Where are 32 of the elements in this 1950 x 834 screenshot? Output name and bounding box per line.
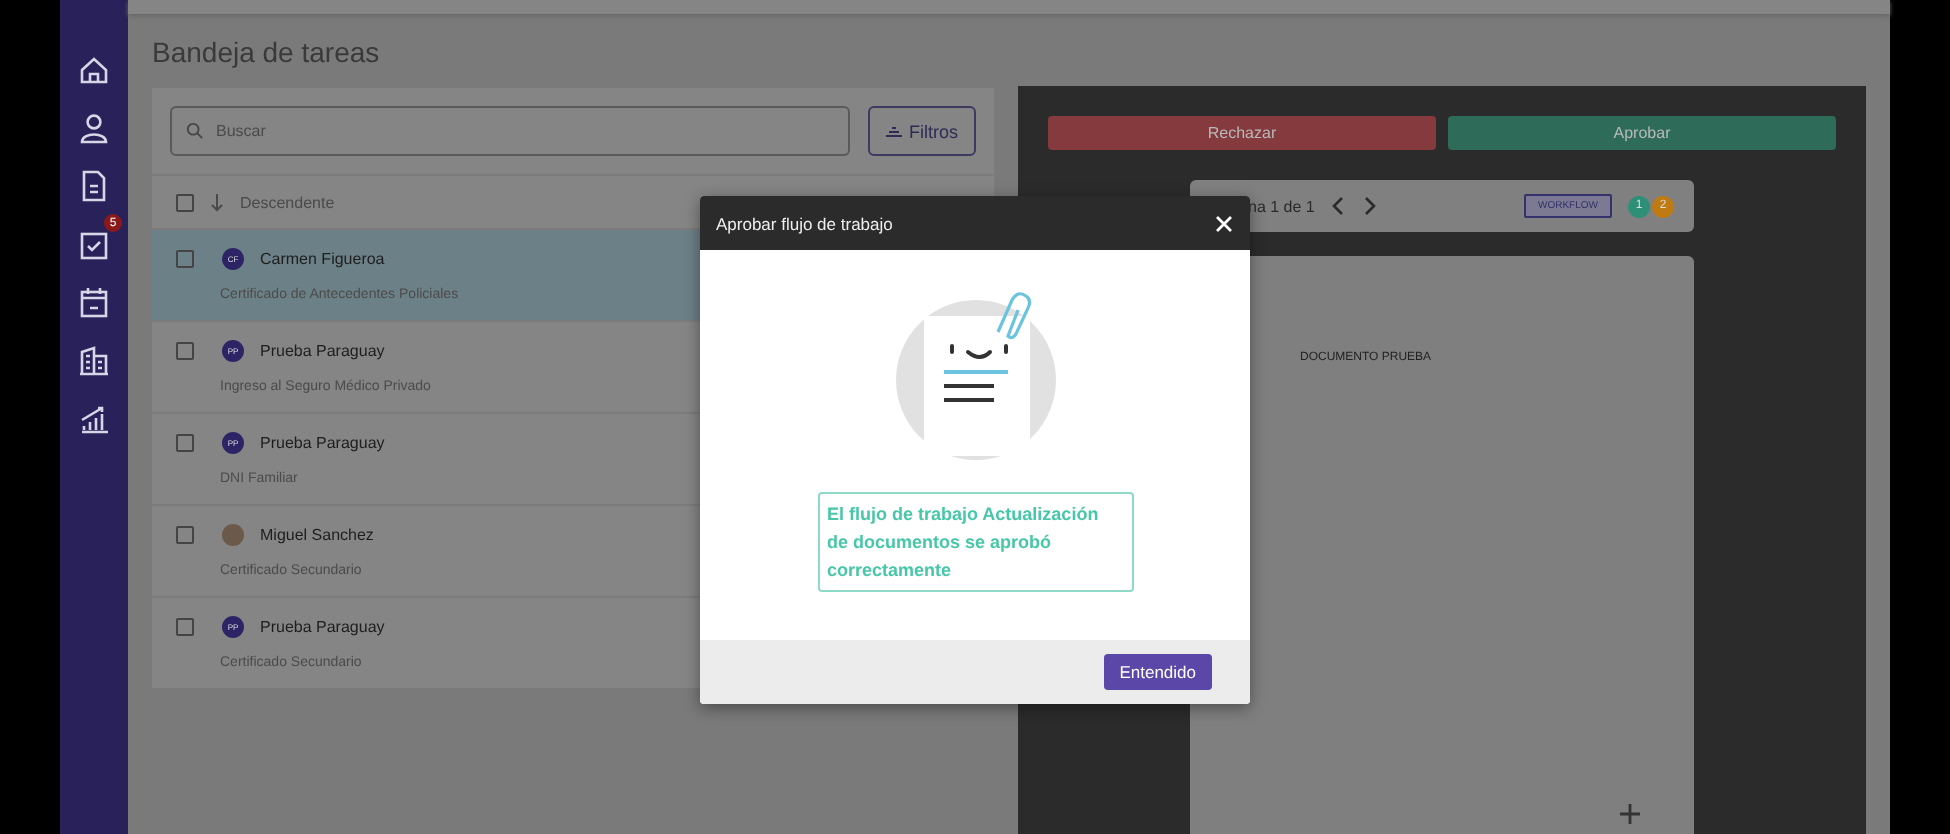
task-name: Carmen Figueroa	[260, 250, 385, 268]
sort-label[interactable]: Descendente	[240, 193, 335, 211]
task-name: Prueba Paraguay	[260, 618, 385, 636]
user-nav-icon[interactable]	[76, 110, 112, 146]
select-all-checkbox[interactable]	[176, 193, 194, 211]
zoom-in-icon[interactable]	[1620, 804, 1640, 824]
row-checkbox[interactable]	[176, 526, 194, 544]
close-icon[interactable]	[1214, 213, 1234, 233]
previous-page-icon[interactable]	[1330, 194, 1347, 218]
confirm-button[interactable]: Entendido	[1103, 654, 1212, 690]
task-name: Miguel Sanchez	[260, 526, 374, 544]
avatar-photo	[222, 524, 244, 546]
success-message: El flujo de trabajo Actualización de documentos se aprobó correctamente	[817, 492, 1133, 592]
approve-button[interactable]: Aprobar	[1448, 116, 1836, 150]
reject-button[interactable]: Rechazar	[1048, 116, 1436, 150]
row-checkbox[interactable]	[176, 434, 194, 452]
building-nav-icon[interactable]	[76, 342, 112, 378]
home-nav-icon[interactable]	[76, 52, 112, 88]
task-name: Prueba Paraguay	[260, 342, 385, 360]
row-checkbox[interactable]	[176, 250, 194, 268]
dialog-title: Aprobar flujo de trabajo	[716, 213, 893, 233]
filters-button[interactable]: Filtros	[867, 106, 976, 156]
arrow-down-icon	[210, 193, 224, 211]
row-checkbox[interactable]	[176, 618, 194, 636]
search-field[interactable]: Buscar	[170, 106, 849, 156]
task-name: Prueba Paraguay	[260, 434, 385, 452]
filter-icon	[885, 125, 901, 137]
page-title: Bandeja de tareas	[150, 34, 382, 72]
next-page-icon[interactable]	[1362, 194, 1379, 218]
search-icon	[186, 122, 204, 140]
calendar-nav-icon[interactable]	[76, 284, 112, 320]
row-checkbox[interactable]	[176, 342, 194, 360]
